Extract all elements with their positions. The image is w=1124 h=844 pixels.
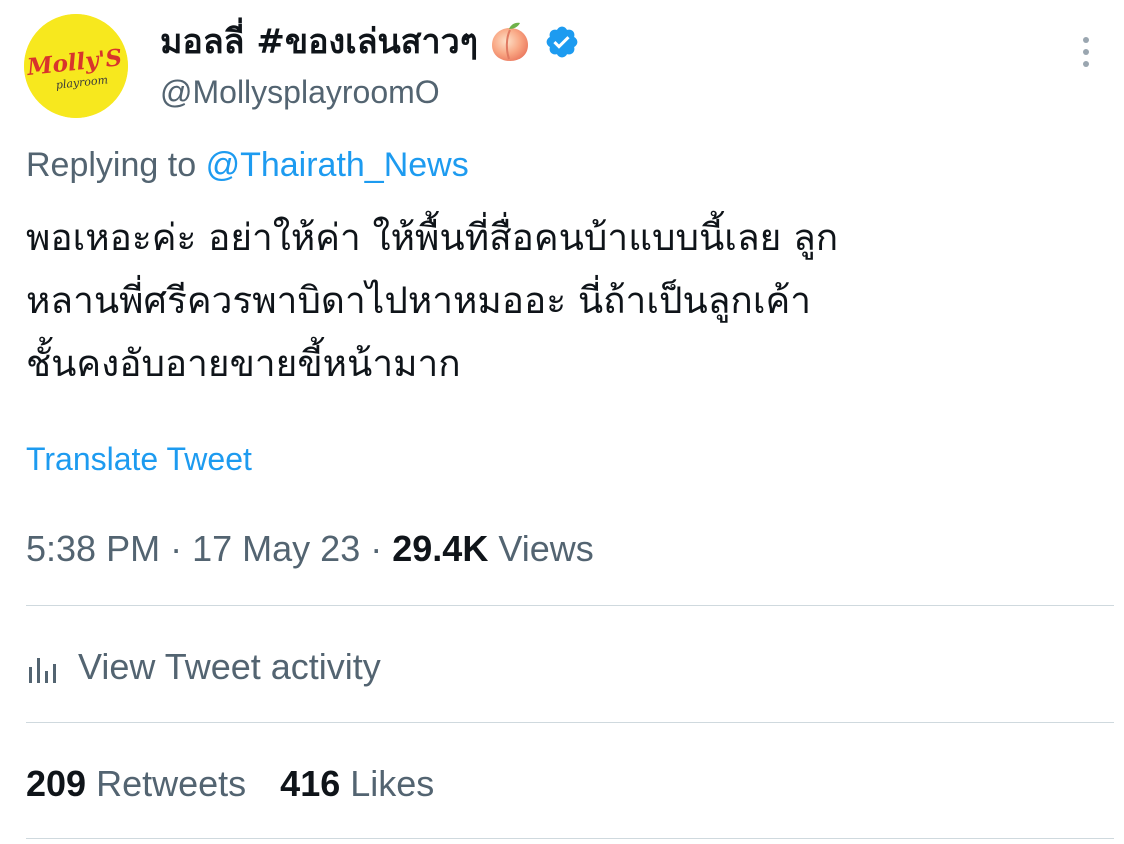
more-vertical-icon (1083, 37, 1089, 67)
verified-badge-icon (544, 24, 580, 60)
replying-to: Replying to @Thairath_News (26, 140, 469, 190)
view-tweet-activity-button[interactable]: View Tweet activity (26, 640, 381, 694)
mollys-playroom-logo: Molly'S playroom (24, 14, 128, 118)
likes-label: Likes (350, 763, 435, 804)
tweet-detail: Molly'S playroom มอลลี่ #ของเล่นสาวๆ @Mo… (0, 0, 1124, 844)
avatar[interactable]: Molly'S playroom (24, 14, 128, 118)
meta-separator: · (370, 528, 383, 569)
view-tweet-activity-label: View Tweet activity (78, 646, 381, 687)
tweet-text: พอเหอะค่ะ อย่าให้ค่า ให้พื้นที่สื่อคนบ้า… (26, 216, 839, 385)
tweet-date[interactable]: 17 May 23 (192, 528, 360, 569)
divider (26, 838, 1114, 839)
bar-chart-icon (26, 652, 60, 683)
likes-count: 416 (280, 763, 341, 804)
tweet-meta: 5:38 PM · 17 May 23 · 29.4K Views (26, 524, 594, 574)
views-count: 29.4K (392, 528, 489, 569)
tweet-stats: 209 Retweets 416 Likes (26, 758, 468, 810)
divider (26, 605, 1114, 606)
peach-emoji-icon (488, 20, 532, 64)
replying-to-label: Replying to (26, 146, 197, 184)
retweets-count: 209 (26, 763, 87, 804)
likes-stat[interactable]: 416 Likes (280, 758, 434, 810)
display-name-row: มอลลี่ #ของเล่นสาวๆ (160, 14, 580, 70)
author-handle[interactable]: @MollysplayroomO (160, 70, 440, 114)
views-label: Views (498, 528, 594, 569)
tweet-header: Molly'S playroom มอลลี่ #ของเล่นสาวๆ @Mo… (24, 8, 1114, 118)
retweets-label: Retweets (96, 763, 247, 804)
display-name[interactable]: มอลลี่ #ของเล่นสาวๆ (160, 14, 478, 70)
retweets-stat[interactable]: 209 Retweets (26, 758, 246, 810)
divider (26, 722, 1114, 723)
tweet-time[interactable]: 5:38 PM (26, 528, 160, 569)
reply-mention-link[interactable]: @Thairath_News (206, 146, 469, 184)
more-options-button[interactable] (1066, 32, 1106, 72)
translate-tweet-link[interactable]: Translate Tweet (26, 436, 252, 482)
meta-separator: · (170, 528, 183, 569)
